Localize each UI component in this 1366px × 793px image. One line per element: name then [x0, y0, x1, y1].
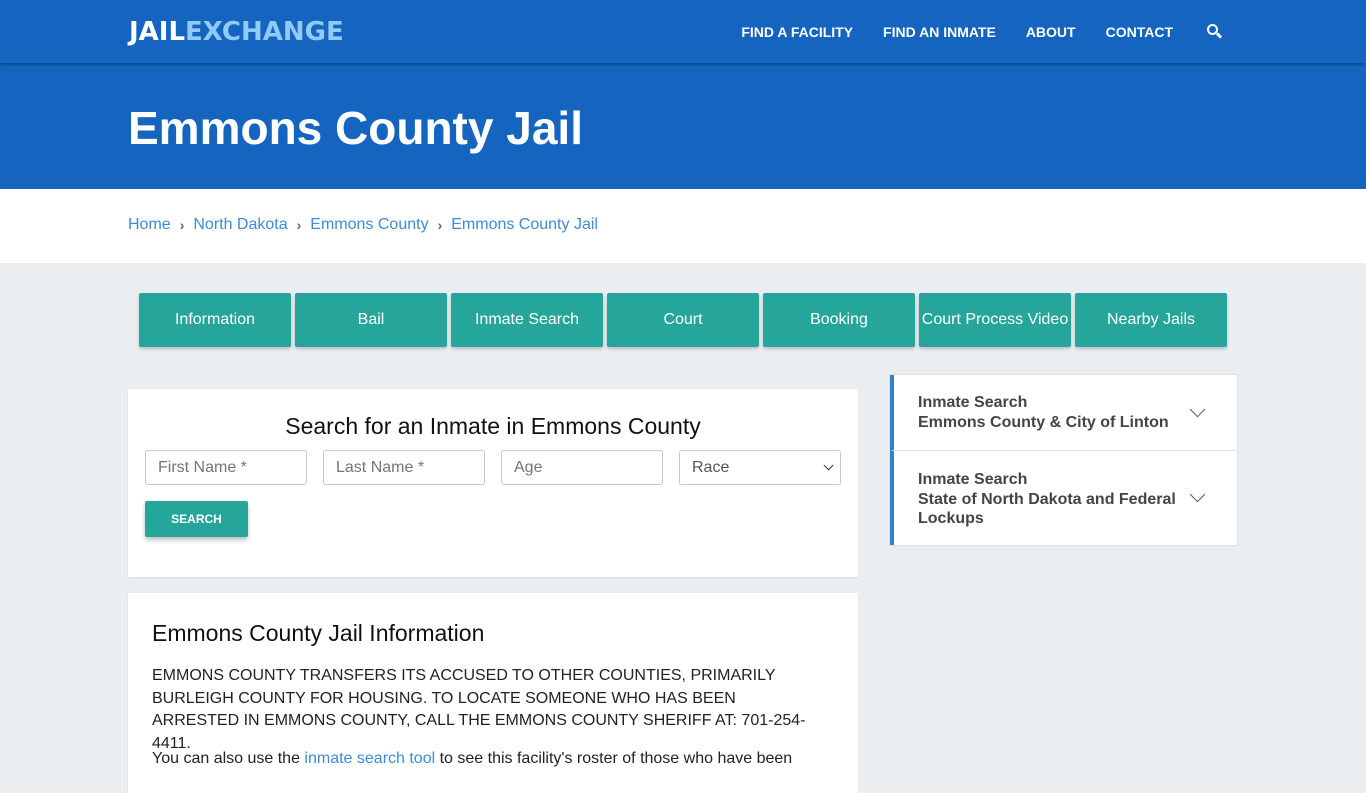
breadcrumb-county[interactable]: Emmons County — [310, 216, 428, 234]
hero-banner: Emmons County Jail — [0, 64, 1366, 189]
chevron-down-icon — [1189, 401, 1206, 418]
nav-contact[interactable]: CONTACT — [1106, 24, 1173, 40]
logo-jail: JAIL — [129, 17, 186, 47]
tab-court[interactable]: Court — [607, 293, 759, 347]
first-name-input[interactable] — [145, 450, 307, 485]
accordion-title-line1: Inmate Search — [918, 394, 1028, 411]
site-logo[interactable]: JAILEXCHANGE — [129, 17, 344, 47]
section-tabs: Information Bail Inmate Search Court Boo… — [139, 293, 1231, 347]
tab-bail[interactable]: Bail — [295, 293, 447, 347]
logo-exchange: EXCHANGE — [185, 17, 344, 47]
page-title: Emmons County Jail — [128, 102, 583, 154]
breadcrumb-facility[interactable]: Emmons County Jail — [451, 216, 598, 234]
search-button[interactable]: SEARCH — [145, 501, 248, 537]
info-title: Emmons County Jail Information — [152, 620, 485, 646]
chevron-down-icon — [823, 460, 834, 471]
accordion-emmons-county-linton[interactable]: Inmate Search Emmons County & City of Li… — [890, 375, 1237, 450]
inmate-search-card: Search for an Inmate in Emmons County Ra… — [128, 389, 858, 577]
jail-information-card: Emmons County Jail Information EMMONS CO… — [128, 593, 858, 793]
inmate-search-tool-link[interactable]: inmate search tool — [304, 750, 435, 767]
nav-find-a-facility[interactable]: FIND A FACILITY — [741, 24, 853, 40]
search-card-title: Search for an Inmate in Emmons County — [285, 413, 701, 439]
breadcrumb-bar: Home › North Dakota › Emmons County › Em… — [0, 189, 1366, 263]
nav-about[interactable]: ABOUT — [1026, 24, 1076, 40]
accordion-title-line2: State of North Dakota and Federal Lockup… — [918, 490, 1176, 528]
info-text: You can also use the — [152, 750, 305, 767]
accordion-title-line2: Emmons County & City of Linton — [918, 413, 1169, 431]
race-select-value: Race — [692, 458, 730, 476]
info-paragraph: EMMONS COUNTY TRANSFERS ITS ACCUSED TO O… — [152, 667, 806, 752]
main-nav: FIND A FACILITY FIND AN INMATE ABOUT CON… — [711, 0, 1366, 64]
tab-information[interactable]: Information — [139, 293, 291, 347]
top-navbar: JAILEXCHANGE FIND A FACILITY FIND AN INM… — [0, 0, 1366, 64]
last-name-input[interactable] — [323, 450, 485, 485]
chevron-right-icon: › — [179, 217, 185, 233]
sidebar-accordion: Inmate Search Emmons County & City of Li… — [889, 374, 1238, 546]
accordion-title-line1: Inmate Search — [918, 471, 1028, 488]
tab-inmate-search[interactable]: Inmate Search — [451, 293, 603, 347]
search-icon[interactable] — [1207, 24, 1223, 40]
breadcrumb-home[interactable]: Home — [128, 216, 171, 234]
race-select[interactable]: Race — [679, 450, 841, 485]
tab-court-process-video[interactable]: Court Process Video — [919, 293, 1071, 347]
breadcrumb-state[interactable]: North Dakota — [193, 216, 287, 234]
accordion-north-dakota-federal[interactable]: Inmate Search State of North Dakota and … — [890, 450, 1237, 545]
tab-booking[interactable]: Booking — [763, 293, 915, 347]
age-input[interactable] — [501, 450, 663, 485]
breadcrumb: Home › North Dakota › Emmons County › Em… — [128, 216, 598, 234]
info-paragraph-2: You can also use the inmate search tool … — [152, 748, 822, 771]
chevron-right-icon: › — [437, 217, 443, 233]
chevron-down-icon — [1189, 486, 1206, 503]
info-text: to see this facility's roster of those w… — [435, 750, 793, 767]
chevron-right-icon: › — [296, 217, 302, 233]
tab-nearby-jails[interactable]: Nearby Jails — [1075, 293, 1227, 347]
nav-find-an-inmate[interactable]: FIND AN INMATE — [883, 24, 996, 40]
